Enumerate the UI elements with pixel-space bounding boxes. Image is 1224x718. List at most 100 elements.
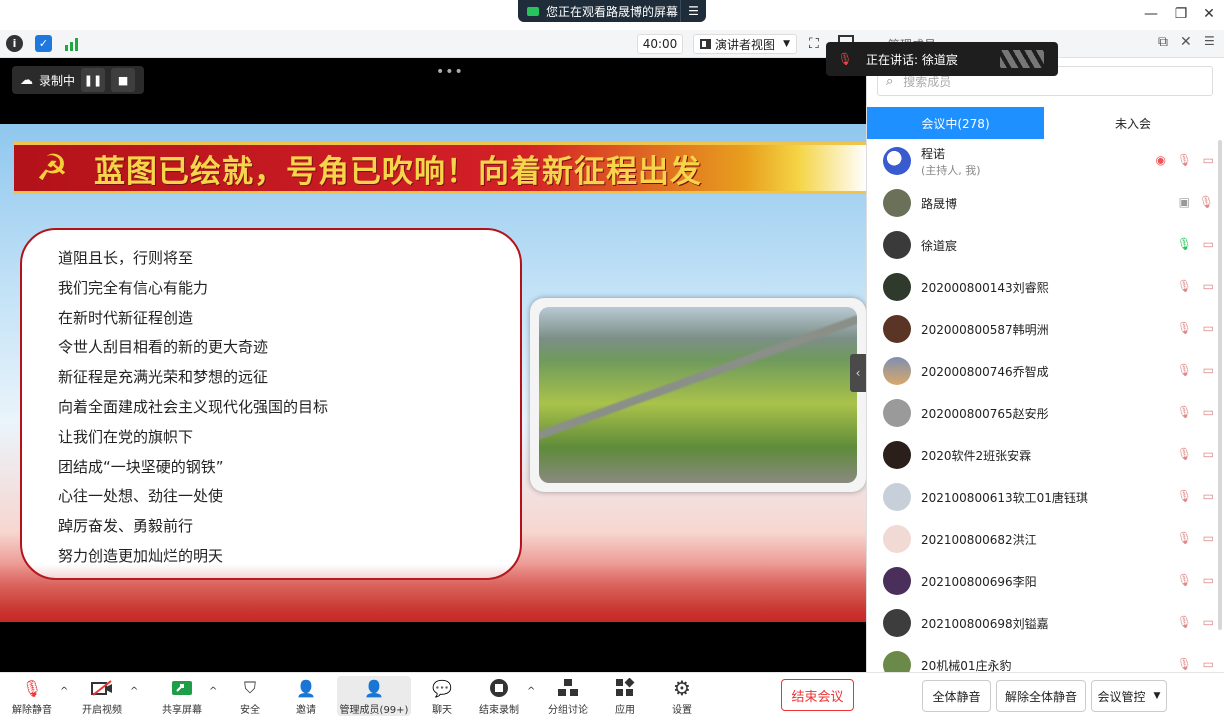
mic-muted-icon[interactable]: 🎙 [1177,363,1192,377]
share-menu-icon[interactable]: ☰ [680,0,706,22]
mic-muted-icon[interactable]: 🎙 [1177,657,1192,671]
cloud-icon: ☁ [20,72,33,88]
slide-title-banner: ☭ 蓝图已绘就，号角已吹响！向着新征程出发 [14,142,866,194]
member-row[interactable]: 202100800698刘镒嘉 🎙 ▭ [867,602,1222,644]
mic-muted-icon[interactable]: 🎙 [1177,405,1192,419]
member-row[interactable]: 徐道宸 🎙 ▭ [867,224,1222,266]
member-row[interactable]: 202100800682洪江 🎙 ▭ [867,518,1222,560]
member-row[interactable]: 202000800765赵安彤 🎙 ▭ [867,392,1222,434]
shield-icon[interactable]: ✓ [35,35,52,52]
stop-recording-button[interactable]: ■ [111,68,136,92]
member-role: (主持人, 我) [921,163,981,177]
video-options-caret[interactable]: ^ [130,686,138,697]
close-window-icon[interactable]: ✕ [1198,4,1220,24]
audio-options-caret[interactable]: ^ [60,686,68,697]
breakout-button[interactable]: 分组讨论 [546,676,590,716]
mic-muted-icon[interactable]: 🎙 [1177,321,1192,335]
avatar [883,189,911,217]
tab-not-joined[interactable]: 未入会 [1044,107,1222,139]
member-row[interactable]: 20机械01庄永豹 🎙 ▭ [867,644,1222,672]
popout-icon[interactable]: ⧉ [1158,34,1168,50]
mic-muted-icon[interactable]: 🎙 [1177,615,1192,629]
chat-button[interactable]: 💬 聊天 [420,676,464,717]
fullscreen-icon[interactable]: ⛶ [809,36,819,52]
more-options-icon[interactable]: ••• [436,64,464,80]
unmute-button[interactable]: 🎙 解除静音 [10,676,54,717]
mic-muted-icon[interactable]: 🎙 [1177,279,1192,293]
collapse-panel-icon[interactable]: ‹ [850,354,866,392]
camera-off-icon[interactable]: ▭ [1203,615,1214,629]
camera-off-icon[interactable]: ▭ [1203,153,1214,167]
info-icon[interactable]: i [6,35,23,52]
mic-muted-icon[interactable]: 🎙 [1177,447,1192,461]
member-name: 202100800698刘镒嘉 [921,616,1049,631]
start-video-button[interactable]: 开启视频 [80,676,124,716]
restore-icon[interactable]: ❐ [1170,4,1192,24]
camera-off-icon[interactable]: ▭ [1203,321,1214,335]
chat-label: 聊天 [432,705,452,716]
invite-label: 邀请 [296,705,316,716]
chevron-down-icon: ▼ [783,39,790,49]
close-panel-icon[interactable]: ✕ [1180,34,1192,50]
settings-label: 设置 [672,705,692,716]
tab-in-meeting[interactable]: 会议中(278) [867,107,1044,139]
camera-off-icon[interactable]: ▭ [1203,531,1214,545]
invite-button[interactable]: 👤 邀请 [284,676,328,717]
share-notice-text: 您正在观看路晟博的屏幕 [546,4,679,19]
end-meeting-button[interactable]: 结束会议 [781,679,854,711]
minimize-icon[interactable]: — [1140,4,1162,24]
meeting-toolbar: i ✓ 40:00 演讲者视图 ▼ ⛶ [0,30,866,58]
member-row[interactable]: 路晟博 ▣ 🎙 [867,182,1222,224]
member-row[interactable]: 202000800587韩明洲 🎙 ▭ [867,308,1222,350]
share-options-caret[interactable]: ^ [209,686,217,697]
pause-recording-button[interactable]: ❚❚ [81,68,106,92]
manage-members-button[interactable]: 👤 管理成员(99+) [337,676,411,716]
security-button[interactable]: ⛉ 安全 [228,676,272,716]
member-row[interactable]: 202000800143刘睿熙 🎙 ▭ [867,266,1222,308]
member-row[interactable]: 程诺 (主持人, 我) ◉ 🎙 ▭ [867,140,1222,182]
camera-off-icon[interactable]: ▭ [1203,405,1214,419]
camera-off-icon[interactable]: ▭ [1203,447,1214,461]
mic-active-icon[interactable]: 🎙 [1177,237,1192,251]
share-screen-label: 共享屏幕 [162,705,202,716]
member-row[interactable]: 202000800746乔智成 🎙 ▭ [867,350,1222,392]
member-name: 202000800765赵安彤 [921,406,1049,421]
slide-line: 我们完全有信心有能力 [58,278,209,297]
camera-off-icon[interactable]: ▭ [1203,237,1214,251]
member-row[interactable]: 2020软件2班张安霖 🎙 ▭ [867,434,1222,476]
meeting-control-button[interactable]: 会议管控 ▼ [1091,680,1167,712]
camera-off-icon[interactable]: ▭ [1203,657,1214,671]
avatar [883,315,911,343]
mic-muted-icon[interactable]: 🎙 [1199,195,1214,209]
mic-muted-icon[interactable]: 🎙 [1177,531,1192,545]
slide-line: 踔厉奋发、勇毅前行 [58,517,194,536]
mute-all-button[interactable]: 全体静音 [922,680,991,712]
end-record-button[interactable]: 结束录制 [477,676,521,716]
share-screen-button[interactable]: 共享屏幕 [160,676,204,716]
record-options-caret[interactable]: ^ [527,686,535,697]
mic-muted-icon[interactable]: 🎙 [1177,489,1192,503]
mic-muted-icon: 🎙 [21,678,43,698]
panel-menu-icon[interactable]: ☰ [1204,34,1215,48]
settings-button[interactable]: ⚙ 设置 [660,676,704,716]
camera-off-icon[interactable]: ▭ [1203,573,1214,587]
chat-bubble-icon: 💬 [432,678,452,698]
camera-off-icon[interactable]: ▭ [1203,363,1214,377]
mic-muted-icon[interactable]: 🎙 [1177,573,1192,587]
member-list-scrollbar[interactable] [1218,140,1222,630]
audio-wave-icon [1000,50,1044,68]
share-screen-icon [171,678,193,698]
signal-icon[interactable] [65,37,81,51]
camera-off-icon[interactable]: ▭ [1203,489,1214,503]
screen-share-banner[interactable]: 您正在观看路晟博的屏幕 ☰ [518,0,706,22]
avatar [883,273,911,301]
member-row[interactable]: 202100800613软工01唐钰琪 🎙 ▭ [867,476,1222,518]
view-mode-select[interactable]: 演讲者视图 ▼ [693,34,797,54]
camera-off-icon[interactable]: ▭ [1203,279,1214,293]
mic-muted-icon[interactable]: 🎙 [1177,153,1192,167]
member-row[interactable]: 202100800696李阳 🎙 ▭ [867,560,1222,602]
apps-button[interactable]: 应用 [603,676,647,716]
avatar [883,441,911,469]
avatar [883,357,911,385]
unmute-all-button[interactable]: 解除全体静音 [996,680,1086,712]
